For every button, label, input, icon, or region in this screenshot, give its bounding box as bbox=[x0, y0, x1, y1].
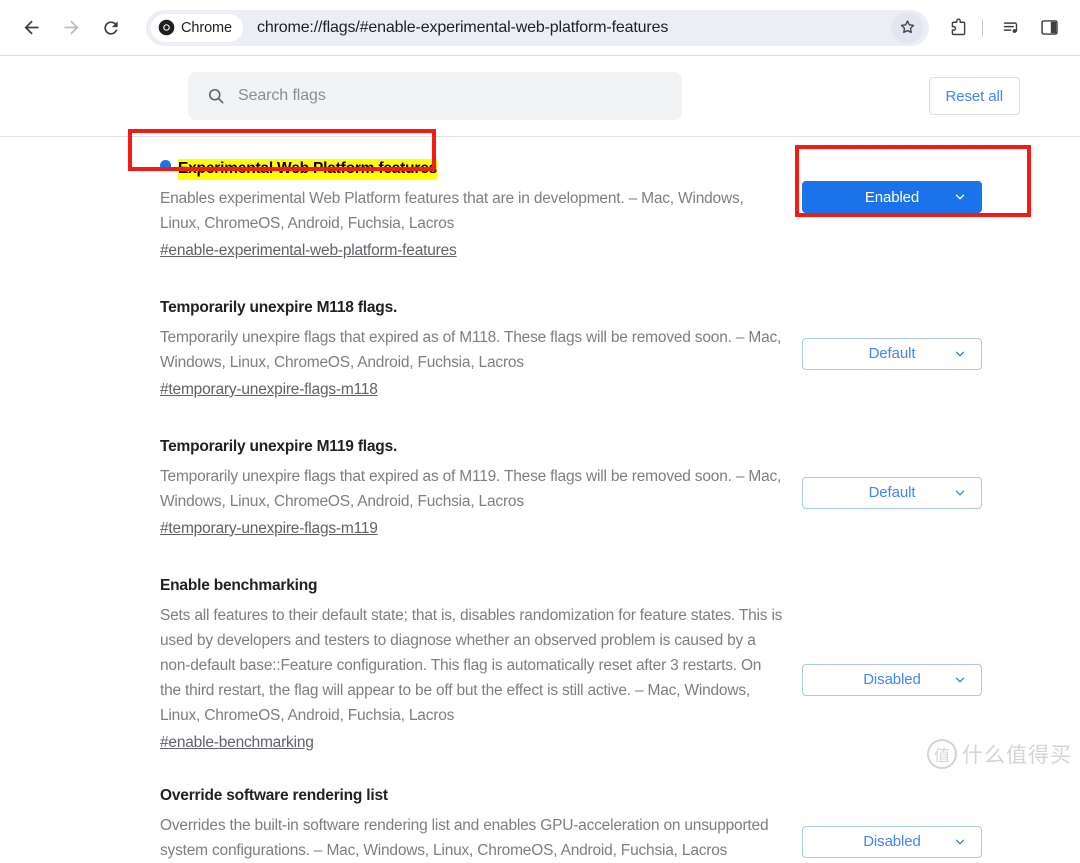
arrow-left-icon bbox=[24, 20, 38, 35]
flag-description: Temporarily unexpire flags that expired … bbox=[160, 467, 782, 510]
flag-item: Override software rendering list Overrid… bbox=[0, 786, 1080, 863]
search-input[interactable]: Search flags bbox=[238, 87, 326, 105]
flag-text-block: Temporarily unexpire M119 flags. Tempora… bbox=[160, 437, 802, 538]
flag-state-value: Enabled bbox=[864, 188, 920, 206]
chrome-logo-icon bbox=[158, 19, 175, 36]
forward-button[interactable] bbox=[54, 11, 88, 45]
star-icon bbox=[900, 20, 914, 34]
flag-text-block: Enable benchmarking Sets all features to… bbox=[160, 576, 802, 752]
bookmark-button[interactable] bbox=[891, 11, 923, 44]
flag-state-select[interactable]: Disabled bbox=[802, 663, 982, 696]
arrow-right-icon bbox=[64, 20, 78, 35]
flag-text-block: Experimental Web Platform features Enabl… bbox=[160, 159, 802, 260]
media-list-icon bbox=[1003, 22, 1017, 33]
flag-item: Experimental Web Platform features Enabl… bbox=[0, 159, 1080, 260]
search-icon bbox=[208, 88, 224, 104]
flag-state-value: Default bbox=[868, 484, 916, 502]
flag-description: Enables experimental Web Platform featur… bbox=[160, 189, 744, 232]
search-row-separator bbox=[0, 136, 1080, 137]
chevron-down-icon bbox=[953, 835, 967, 849]
puzzle-piece-icon bbox=[951, 18, 965, 36]
flag-state-value: Default bbox=[868, 345, 916, 363]
back-button[interactable] bbox=[14, 11, 48, 45]
url-text[interactable]: chrome://flags/#enable-experimental-web-… bbox=[257, 19, 887, 37]
extensions-button[interactable] bbox=[941, 11, 975, 45]
modified-dot-icon bbox=[160, 160, 171, 171]
side-panel-icon bbox=[1040, 20, 1058, 35]
toolbar-divider bbox=[982, 18, 983, 37]
flag-item: Temporarily unexpire M119 flags. Tempora… bbox=[0, 437, 1080, 538]
browser-toolbar: Chrome chrome://flags/#enable-experiment… bbox=[0, 0, 1080, 55]
flag-title: Temporarily unexpire M118 flags. bbox=[160, 298, 398, 316]
chrome-origin-chip[interactable]: Chrome bbox=[151, 13, 243, 42]
chevron-down-icon bbox=[953, 673, 967, 687]
flag-title: Override software rendering list bbox=[160, 786, 388, 804]
flag-item: Enable benchmarking Sets all features to… bbox=[0, 576, 1080, 752]
flags-list: Experimental Web Platform features Enabl… bbox=[0, 159, 1080, 863]
flag-title: Enable benchmarking bbox=[160, 576, 318, 594]
flag-text-block: Temporarily unexpire M118 flags. Tempora… bbox=[160, 298, 802, 399]
side-panel-button[interactable] bbox=[1032, 11, 1066, 45]
reload-button[interactable] bbox=[94, 11, 128, 45]
flag-state-select[interactable]: Default bbox=[802, 476, 982, 509]
flag-title: Experimental Web Platform features bbox=[178, 159, 437, 180]
flag-item: Temporarily unexpire M118 flags. Tempora… bbox=[0, 298, 1080, 399]
search-flags-box[interactable]: Search flags bbox=[188, 72, 682, 120]
flag-description: Temporarily unexpire flags that expired … bbox=[160, 328, 782, 371]
flag-description: Overrides the built-in software renderin… bbox=[160, 816, 769, 859]
flag-anchor-link[interactable]: #enable-experimental-web-platform-featur… bbox=[160, 242, 457, 260]
chevron-down-icon bbox=[953, 486, 967, 500]
chevron-down-icon bbox=[953, 347, 967, 361]
flag-title: Temporarily unexpire M119 flags. bbox=[160, 437, 398, 455]
flag-text-block: Override software rendering list Overrid… bbox=[160, 786, 802, 863]
flags-page: Search flags Reset all Experimental Web … bbox=[0, 56, 1080, 859]
chevron-down-icon bbox=[953, 190, 967, 204]
chrome-chip-label: Chrome bbox=[181, 19, 232, 36]
flag-state-select[interactable]: Disabled bbox=[802, 825, 982, 858]
flag-title-line: Experimental Web Platform features bbox=[160, 159, 786, 180]
flag-anchor-link[interactable]: #enable-benchmarking bbox=[160, 734, 314, 752]
flag-anchor-link[interactable]: #temporary-unexpire-flags-m118 bbox=[160, 381, 378, 399]
flag-description: Sets all features to their default state… bbox=[160, 606, 783, 724]
media-control-button[interactable] bbox=[994, 11, 1028, 45]
flag-anchor-link[interactable]: #temporary-unexpire-flags-m119 bbox=[160, 520, 378, 538]
reload-icon bbox=[104, 20, 118, 35]
flag-state-value: Disabled bbox=[863, 671, 921, 689]
address-bar[interactable]: Chrome chrome://flags/#enable-experiment… bbox=[146, 9, 929, 46]
flags-search-row: Search flags Reset all bbox=[0, 56, 1080, 136]
reset-all-button[interactable]: Reset all bbox=[928, 77, 1020, 115]
flag-state-value: Disabled bbox=[863, 833, 921, 851]
flag-state-select[interactable]: Enabled bbox=[802, 181, 982, 213]
flag-state-select[interactable]: Default bbox=[802, 337, 982, 370]
